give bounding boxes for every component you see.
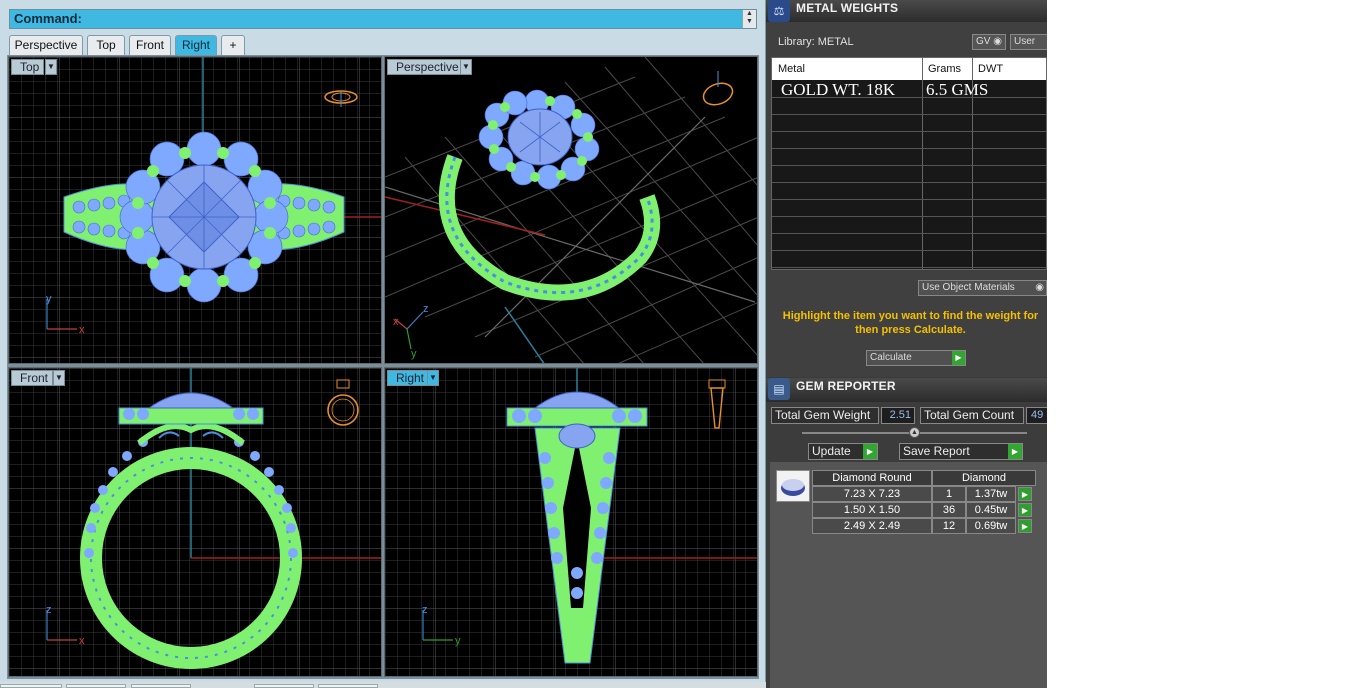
taskbar-button[interactable] (66, 684, 126, 688)
total-gem-weight-label: Total Gem Weight (771, 407, 879, 424)
metal-weights-title: METAL WEIGHTS (796, 1, 899, 15)
top-view-canvas: x y (9, 57, 381, 363)
tab-front[interactable]: Front (129, 35, 171, 55)
gem-row-count[interactable]: 12 (932, 518, 966, 534)
gem-row-size[interactable]: 2.49 X 2.49 (812, 518, 932, 534)
scale-icon: ⚖ (768, 0, 790, 22)
calculate-label: Calculate (870, 352, 912, 363)
viewport-front[interactable]: x z Front ▼ (8, 367, 382, 677)
gv-toggle[interactable]: GV ◉ (972, 34, 1006, 50)
gem-reporter-header: ▤ GEM REPORTER (766, 378, 1047, 402)
viewport-label-top[interactable]: Top (11, 59, 45, 75)
col-grams[interactable]: Grams (928, 63, 961, 75)
radio-icon: ◉ (1035, 282, 1044, 293)
report-icon: ▤ (768, 378, 790, 400)
col-metal[interactable]: Metal (778, 63, 805, 75)
calculate-hint: Highlight the item you want to find the … (782, 310, 1039, 336)
gem-reporter-body: Total Gem Weight 2.51 Total Gem Count 49… (766, 402, 1047, 688)
front-axis-x-label: x (79, 635, 85, 647)
update-button[interactable]: Update ▶ (808, 443, 878, 460)
total-gem-weight-value: 2.51 (881, 407, 915, 424)
side-panel: ⚖ METAL WEIGHTS Library: METAL GV ◉ User… (766, 0, 1047, 688)
viewport-perspective[interactable]: z x y Perspective ▼ (384, 56, 758, 364)
total-gem-count-label: Total Gem Count (920, 407, 1024, 424)
chevron-down-icon[interactable]: ▼ (427, 370, 439, 386)
taskbar-button[interactable] (0, 684, 62, 688)
app-window: Command: ▲ ▼ Perspective Top Front Right … (0, 0, 1360, 688)
metal-weights-header: ⚖ METAL WEIGHTS (766, 0, 1047, 22)
library-label: Library: METAL (778, 36, 854, 48)
persp-axis-y-label: y (411, 348, 417, 360)
command-bar[interactable]: Command: ▲ ▼ (9, 9, 757, 29)
command-label: Command: (14, 11, 82, 26)
total-gem-count-value: 49 (1026, 407, 1047, 424)
metal-cell[interactable]: GOLD WT. 18K (781, 80, 895, 100)
gem-row-size[interactable]: 7.23 X 7.23 (812, 486, 932, 502)
persp-axis-x-label: x (393, 316, 399, 328)
taskbar-button[interactable] (131, 684, 191, 688)
command-scroll-icon[interactable]: ▲ ▼ (742, 10, 756, 28)
taskbar-button[interactable] (318, 684, 378, 688)
taskbar-button[interactable] (254, 684, 314, 688)
gem-row-count[interactable]: 36 (932, 502, 966, 518)
tab-perspective[interactable]: Perspective (9, 35, 83, 55)
save-report-button[interactable]: Save Report ▶ (899, 443, 1023, 460)
tab-right[interactable]: Right (175, 35, 217, 55)
report-slider-knob[interactable]: ▲ (909, 427, 920, 438)
play-icon: ▶ (952, 351, 965, 365)
gem-row-weight[interactable]: 0.45tw (966, 502, 1016, 518)
chevron-down-icon[interactable]: ▼ (460, 59, 472, 75)
gem-reporter-title: GEM REPORTER (796, 379, 896, 393)
play-icon: ▶ (863, 444, 877, 459)
calculate-button[interactable]: Calculate ▶ (866, 350, 966, 366)
gem-row-weight[interactable]: 1.37tw (966, 486, 1016, 502)
cad-window: Command: ▲ ▼ Perspective Top Front Right … (0, 0, 766, 688)
gem-list: Diamond Round Diamond 7.23 X 7.23 1 1.37… (770, 462, 1047, 688)
gv-toggle-label: GV (976, 36, 991, 47)
diamond-icon[interactable] (776, 470, 810, 502)
top-axis-y-label: y (46, 293, 52, 305)
viewport-top[interactable]: x y Top ▼ (8, 56, 382, 364)
metal-weights-body: Library: METAL GV ◉ User Metal Grams DWT… (766, 22, 1047, 377)
gem-row-size[interactable]: 1.50 X 1.50 (812, 502, 932, 518)
right-view-canvas: y z (385, 368, 757, 676)
taskbar (0, 682, 766, 688)
save-report-label: Save Report (903, 444, 970, 458)
top-axis-x-label: x (79, 324, 85, 336)
front-axis-z-label: z (46, 604, 52, 616)
grams-cell[interactable]: 6.5 GMS (926, 80, 988, 100)
play-icon[interactable]: ▶ (1018, 519, 1032, 533)
right-axis-z-label: z (422, 604, 428, 616)
gem-shape-header: Diamond Round (812, 470, 932, 486)
user-toggle-label: User (1014, 36, 1036, 47)
front-view-canvas: x z (9, 368, 381, 676)
chevron-down-icon[interactable]: ▼ (45, 59, 57, 75)
update-label: Update (812, 444, 851, 458)
right-axis-y-label: y (455, 635, 461, 647)
viewport-area: x y Top ▼ z x y Perspective ▼ x z Front … (7, 55, 759, 679)
viewport-label-perspective[interactable]: Perspective (387, 59, 464, 75)
perspective-view-canvas: z x y (385, 57, 757, 363)
play-icon[interactable]: ▶ (1018, 487, 1032, 501)
chevron-down-icon[interactable]: ▼ (53, 370, 65, 386)
play-icon[interactable]: ▶ (1018, 503, 1032, 517)
use-object-materials-label: Use Object Materials (922, 282, 1015, 293)
viewport-label-right[interactable]: Right (387, 370, 430, 386)
user-toggle[interactable]: User (1010, 34, 1047, 50)
viewport-label-front[interactable]: Front (11, 370, 54, 386)
metal-table[interactable]: Metal Grams DWT GOLD WT. 18K 6.5 GMS (771, 57, 1047, 270)
play-icon: ▶ (1008, 444, 1022, 459)
tab-top[interactable]: Top (87, 35, 125, 55)
persp-axis-z-label: z (423, 303, 429, 315)
use-object-materials-toggle[interactable]: Use Object Materials ◉ (918, 280, 1047, 296)
col-dwt[interactable]: DWT (978, 63, 1003, 75)
viewport-right[interactable]: y z Right ▼ (384, 367, 758, 677)
gem-type-header: Diamond (932, 470, 1036, 486)
metal-table-header: Metal Grams DWT (772, 58, 1046, 80)
gem-row-count[interactable]: 1 (932, 486, 966, 502)
gem-row-weight[interactable]: 0.69tw (966, 518, 1016, 534)
add-tab-icon[interactable]: + (221, 35, 245, 55)
